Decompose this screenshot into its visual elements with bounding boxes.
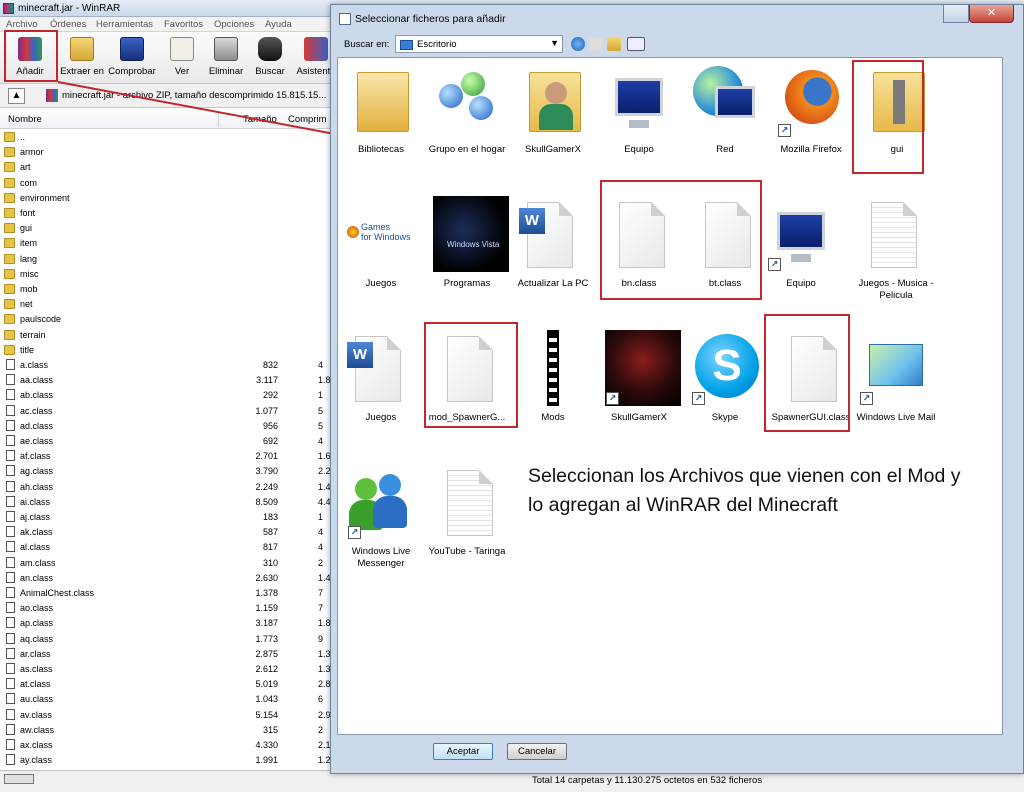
class-file-icon	[777, 330, 845, 406]
text-file-icon	[857, 196, 925, 272]
user-folder-icon	[519, 62, 587, 138]
shortcut-arrow-icon: ↗	[692, 392, 705, 405]
shortcut-arrow-icon: ↗	[348, 526, 361, 539]
accept-button[interactable]: Aceptar	[433, 743, 493, 760]
word-document-icon: W	[347, 330, 415, 406]
network-icon	[691, 62, 759, 138]
programs-thumbnail: Windows Vista	[433, 196, 509, 272]
dialog-icon	[339, 13, 351, 25]
new-folder-icon[interactable]	[607, 37, 621, 51]
word-document-icon: W	[519, 196, 587, 272]
cancel-button[interactable]: Cancelar	[507, 743, 567, 760]
shortcut-arrow-icon: ↗	[768, 258, 781, 271]
instruction-note: Seleccionan los Archivos que vienen con …	[528, 465, 961, 516]
back-icon[interactable]	[571, 37, 585, 51]
shortcut-arrow-icon: ↗	[606, 392, 619, 405]
libraries-icon	[347, 62, 415, 138]
select-files-dialog: Seleccionar ficheros para añadir ✕ Busca…	[330, 4, 1024, 774]
look-in-label: Buscar en:	[344, 39, 390, 50]
film-strip-icon	[519, 330, 587, 406]
view-menu-icon[interactable]	[627, 37, 645, 51]
look-in-select[interactable]: Escritorio ▼	[395, 35, 563, 53]
games-icon: Games for Windows	[347, 196, 415, 272]
homegroup-icon	[433, 62, 501, 138]
text-file-icon	[433, 464, 501, 540]
class-file-icon	[433, 330, 501, 406]
close-button[interactable]: ✕	[969, 5, 1014, 23]
chevron-down-icon: ▼	[550, 38, 559, 48]
dialog-title: Seleccionar ficheros para añadir	[355, 13, 506, 25]
shortcut-arrow-icon: ↗	[778, 124, 791, 137]
dialog-title-bar: Seleccionar ficheros para añadir ✕	[331, 5, 1023, 31]
computer-icon	[605, 62, 673, 138]
class-file-icon	[605, 196, 673, 272]
shortcut-arrow-icon: ↗	[860, 392, 873, 405]
folder-icon	[863, 62, 931, 138]
file-pane: Bibliotecas Grupo en el hogar SkullGamer…	[337, 57, 1003, 735]
minimize-button[interactable]	[943, 5, 969, 23]
up-folder-icon[interactable]	[589, 37, 603, 51]
desktop-icon	[400, 40, 413, 50]
class-file-icon	[691, 196, 759, 272]
